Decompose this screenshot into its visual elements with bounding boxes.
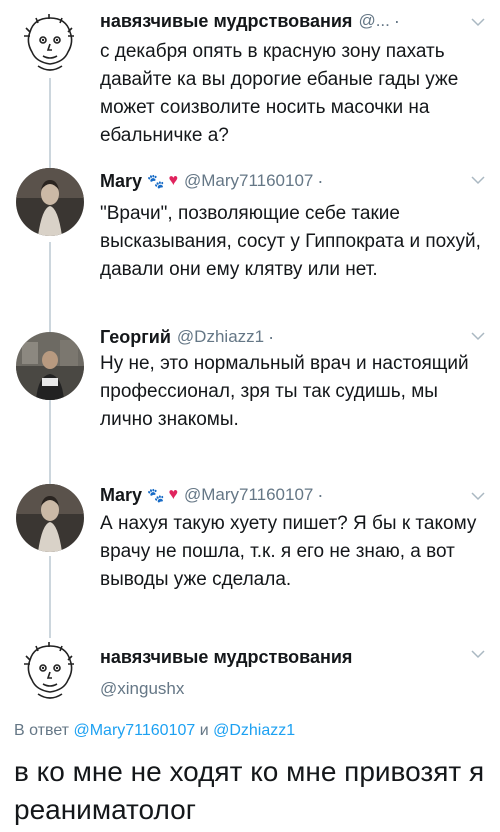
tweet-header: Mary 🐾 ♥ @Mary71160107 · xyxy=(100,484,486,506)
mention-link[interactable]: @Mary71160107 xyxy=(73,722,195,739)
tweet-header: Георгий @Dzhiazz1 · xyxy=(100,326,486,348)
paw-icon: 🐾 xyxy=(147,487,165,503)
user-handle[interactable]: @Mary71160107 xyxy=(184,484,313,506)
thread-line xyxy=(49,556,51,640)
reply-prefix: В ответ xyxy=(14,722,70,739)
user-handle[interactable]: @xingushx xyxy=(100,678,486,700)
display-name[interactable]: навязчивые мудрствования xyxy=(100,10,352,32)
display-name[interactable]: Георгий xyxy=(100,326,171,348)
user-handle[interactable]: @Dzhiazz1 xyxy=(177,326,264,348)
photo-avatar-icon xyxy=(16,168,84,236)
tweet-header: навязчивые мудрствования xyxy=(100,646,486,668)
tweet-text: Ну не, это нормальный врач и настоящий п… xyxy=(100,353,469,430)
separator-dot: · xyxy=(317,171,324,191)
avatar[interactable] xyxy=(16,484,84,552)
chevron-down-icon[interactable] xyxy=(470,328,486,344)
sketch-portrait-avatar-icon xyxy=(24,642,74,699)
thread-line xyxy=(49,242,51,338)
mention-link[interactable]: @Dzhiazz1 xyxy=(213,722,295,739)
display-name[interactable]: навязчивые мудрствования xyxy=(100,646,352,668)
separator-dot: · xyxy=(268,327,275,347)
photo-avatar-icon xyxy=(16,484,84,552)
avatar[interactable] xyxy=(16,332,84,400)
tweet-text: А нахуя такую хуету пишет? Я бы к такому… xyxy=(100,513,477,590)
reply-joiner: и xyxy=(199,722,209,739)
separator-dot: · xyxy=(317,485,324,505)
tweet-header: навязчивые мудрствования @... · xyxy=(100,10,486,32)
avatar[interactable] xyxy=(16,10,84,78)
chevron-down-icon[interactable] xyxy=(470,646,486,662)
separator-dot: · xyxy=(393,11,400,31)
user-handle[interactable]: @Mary71160107 xyxy=(184,170,313,192)
reply-context: В ответ @Mary71160107 и @Dzhiazz1 xyxy=(14,722,295,740)
main-tweet-text: в ко мне не ходят ко мне привозят я реан… xyxy=(14,756,485,825)
heart-icon: ♥ xyxy=(168,486,178,503)
heart-icon: ♥ xyxy=(168,172,178,189)
chevron-down-icon[interactable] xyxy=(470,488,486,504)
tweet-header: Mary 🐾 ♥ @Mary71160107 · xyxy=(100,170,486,192)
avatar[interactable] xyxy=(16,638,84,706)
chevron-down-icon[interactable] xyxy=(470,14,486,30)
photo-avatar-icon xyxy=(16,332,84,400)
display-name[interactable]: Mary xyxy=(100,170,142,192)
tweet-text: с декабря опять в красную зону пахать да… xyxy=(100,41,459,146)
user-handle[interactable]: @... xyxy=(358,10,389,32)
display-name[interactable]: Mary xyxy=(100,484,142,506)
sketch-portrait-avatar-icon xyxy=(24,14,74,71)
paw-icon: 🐾 xyxy=(147,173,165,189)
tweet-thread: навязчивые мудрствования @... · с декабр… xyxy=(0,0,500,832)
thread-line xyxy=(49,400,51,486)
tweet-text: "Врачи", позволяющие себе такие высказыв… xyxy=(100,203,481,280)
chevron-down-icon[interactable] xyxy=(470,172,486,188)
avatar[interactable] xyxy=(16,168,84,236)
thread-line xyxy=(49,78,51,168)
